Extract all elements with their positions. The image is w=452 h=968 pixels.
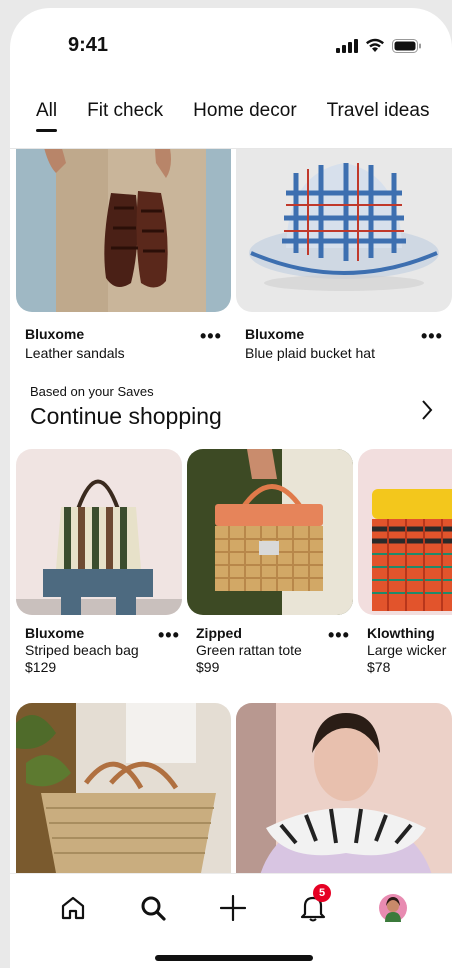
tab-home-decor[interactable]: Home decor — [193, 96, 297, 136]
section-title: Continue shopping — [30, 403, 222, 429]
nav-notifications[interactable]: 5 — [293, 884, 333, 928]
pin-image-bucket-hat[interactable] — [236, 149, 452, 312]
status-bar: 9:41 — [10, 8, 452, 80]
bottom-nav: 5 — [10, 873, 452, 968]
more-options-button[interactable]: ••• — [421, 327, 443, 345]
product-image-beach-bag[interactable] — [16, 449, 182, 615]
product-name: Large wicker — [367, 642, 447, 658]
product-brand: Bluxome — [25, 625, 85, 641]
plus-icon — [220, 895, 246, 921]
notification-badge: 5 — [313, 884, 331, 902]
nav-search[interactable] — [133, 888, 173, 928]
product-price: $78 — [367, 659, 391, 675]
product-price: $129 — [25, 659, 57, 675]
home-indicator[interactable] — [155, 955, 313, 961]
pin-image-portrait[interactable] — [236, 703, 452, 873]
product-name: Striped beach bag — [25, 642, 139, 658]
status-icons — [336, 38, 422, 53]
pin-title: Leather sandals — [25, 345, 125, 361]
tab-travel-ideas[interactable]: Travel ideas — [327, 96, 430, 136]
phone-screen: 9:41 All Fit check Home decor Travel ide… — [10, 8, 452, 968]
wifi-icon — [366, 38, 384, 52]
battery-icon — [392, 38, 421, 53]
profile-avatar — [379, 894, 407, 922]
pin-brand: Bluxome — [245, 326, 305, 342]
nav-home[interactable] — [53, 888, 93, 928]
category-tabs: All Fit check Home decor Travel ideas — [10, 96, 452, 148]
product-name: Green rattan tote — [196, 642, 302, 658]
pin-image-sandals[interactable] — [16, 149, 231, 312]
product-price: $99 — [196, 659, 220, 675]
search-icon — [141, 896, 166, 921]
chevron-right-icon[interactable] — [420, 399, 434, 421]
feed[interactable]: Bluxome ••• Leather sandals Bluxome ••• … — [10, 149, 452, 873]
signal-icon — [336, 38, 358, 53]
nav-profile[interactable] — [373, 888, 413, 928]
status-time: 9:41 — [68, 34, 109, 56]
pin-image-straw-basket[interactable] — [16, 703, 231, 873]
more-options-button[interactable]: ••• — [158, 626, 180, 644]
home-icon — [61, 896, 85, 920]
pin-title: Blue plaid bucket hat — [245, 345, 375, 361]
tab-fit-check[interactable]: Fit check — [87, 96, 163, 136]
product-brand: Zipped — [196, 625, 242, 641]
nav-create[interactable] — [213, 888, 253, 928]
product-image-rattan-tote[interactable] — [187, 449, 353, 615]
more-options-button[interactable]: ••• — [200, 327, 222, 345]
section-kicker: Based on your Saves — [30, 384, 154, 399]
product-image-wicker-basket[interactable] — [358, 449, 452, 615]
product-brand: Klowthing — [367, 625, 435, 641]
pin-brand: Bluxome — [25, 326, 85, 342]
tab-all[interactable]: All — [36, 96, 58, 136]
more-options-button[interactable]: ••• — [328, 626, 350, 644]
